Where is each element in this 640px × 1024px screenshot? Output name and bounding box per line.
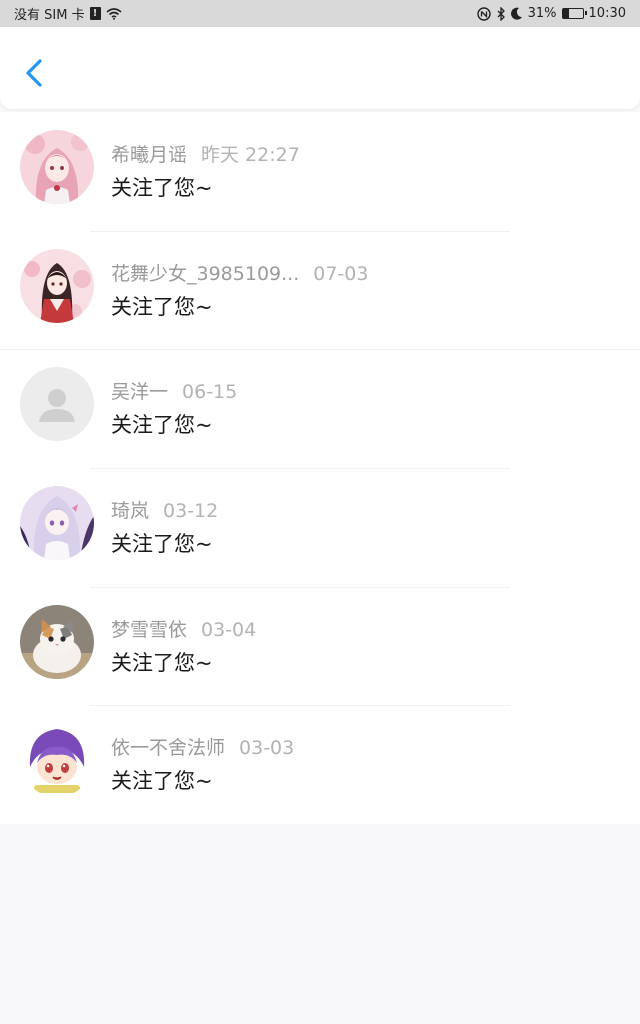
timestamp: 07-03 <box>313 262 369 285</box>
notification-message: 关注了您~ <box>111 294 213 319</box>
notification-message: 关注了您~ <box>111 769 213 794</box>
notification-message: 关注了您~ <box>111 650 213 675</box>
timestamp: 昨天 22:27 <box>201 144 300 166</box>
nfc-icon <box>476 6 491 21</box>
user-name[interactable]: 梦雪雪依 <box>111 619 187 641</box>
user-name[interactable]: 希曦月谣 <box>111 144 187 166</box>
avatar[interactable] <box>20 367 94 442</box>
user-name[interactable]: 依一不舍法师 <box>111 737 225 759</box>
list-item[interactable]: 琦岚 03-12 关注了您~ <box>0 468 640 587</box>
avatar[interactable] <box>20 723 94 798</box>
avatar[interactable] <box>20 130 94 204</box>
bluetooth-icon <box>497 6 505 21</box>
notification-list: 希曦月谣 昨天 22:27 关注了您~ 花舞少女_3985109... 07-03 … <box>0 112 640 825</box>
status-right: 31% 10:30 <box>476 6 626 21</box>
anime-kimono-girl-avatar-icon <box>20 248 94 323</box>
top-app-bar <box>0 27 640 109</box>
timestamp: 03-12 <box>163 500 219 523</box>
avatar[interactable] <box>20 604 94 679</box>
anime-lilac-girl-avatar-icon <box>20 486 94 561</box>
status-bar: 没有 SIM 卡 ! 31% 10:30 <box>0 0 640 27</box>
carrier-text: 没有 SIM 卡 <box>14 8 85 23</box>
item-meta: 琦岚 03-12 <box>111 496 218 523</box>
back-button[interactable] <box>20 55 48 91</box>
timestamp: 06-15 <box>182 381 238 404</box>
avatar[interactable] <box>20 486 94 561</box>
battery-level <box>562 9 569 18</box>
moon-icon <box>510 7 522 20</box>
item-meta: 吴洋一 06-15 <box>111 377 237 404</box>
status-left: 没有 SIM 卡 ! <box>14 4 122 23</box>
wifi-icon <box>106 8 122 20</box>
clock: 10:30 <box>588 6 626 21</box>
user-name[interactable]: 吴洋一 <box>111 381 168 403</box>
user-name[interactable]: 花舞少女_3985109... <box>111 263 299 285</box>
chibi-purple-hair-avatar-icon <box>20 723 94 798</box>
timestamp: 03-04 <box>201 618 257 641</box>
item-meta: 花舞少女_3985109... 07-03 <box>111 259 368 286</box>
battery-percent: 31% <box>527 6 557 21</box>
notification-message: 关注了您~ <box>111 532 213 557</box>
item-meta: 依一不舍法师 03-03 <box>111 733 294 760</box>
list-item[interactable]: 吴洋一 06-15 关注了您~ <box>0 349 640 468</box>
chevron-left-icon <box>26 59 42 87</box>
default-person-avatar-icon <box>20 367 94 442</box>
list-item[interactable]: 依一不舍法师 03-03 关注了您~ <box>0 705 640 824</box>
timestamp: 03-03 <box>239 737 295 760</box>
anime-pink-girl-avatar-icon <box>20 130 94 204</box>
list-item[interactable]: 梦雪雪依 03-04 关注了您~ <box>0 586 640 706</box>
list-item[interactable]: 花舞少女_3985109... 07-03 关注了您~ <box>0 230 640 350</box>
notification-message: 关注了您~ <box>111 413 213 438</box>
item-meta: 希曦月谣 昨天 22:27 <box>111 140 300 167</box>
sim-alert-icon: ! <box>89 7 101 20</box>
notification-message: 关注了您~ <box>111 176 213 200</box>
list-item[interactable]: 希曦月谣 昨天 22:27 关注了您~ <box>0 112 640 231</box>
user-name[interactable]: 琦岚 <box>111 500 149 522</box>
item-meta: 梦雪雪依 03-04 <box>111 615 256 642</box>
kitten-avatar-icon <box>20 604 94 679</box>
battery-icon <box>561 8 587 19</box>
avatar[interactable] <box>20 248 94 323</box>
